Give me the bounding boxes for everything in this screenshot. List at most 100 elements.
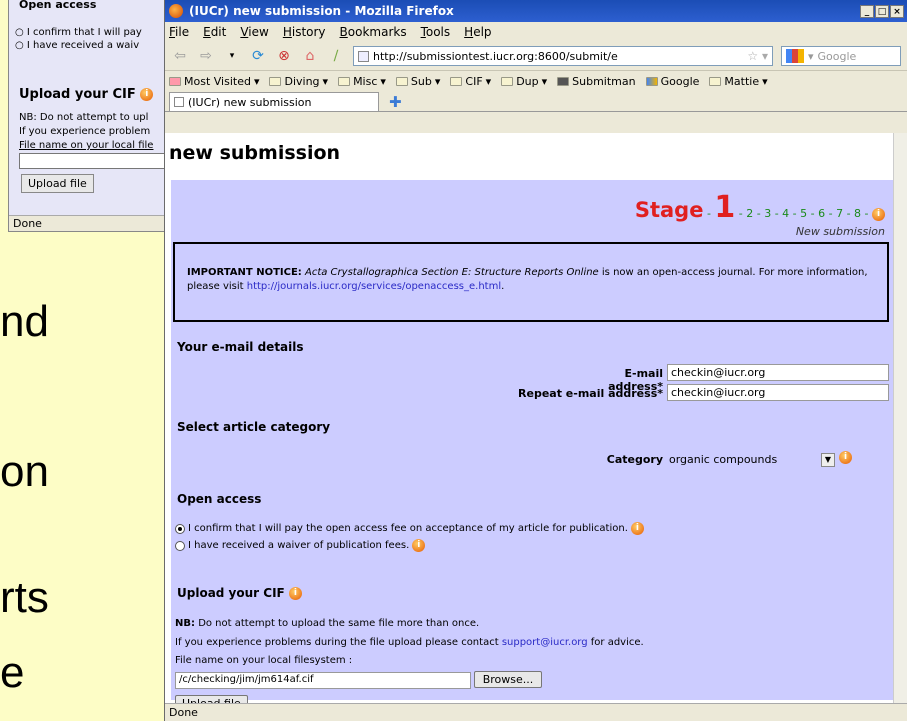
bookmark-submitman[interactable]: Submitman (557, 75, 636, 88)
notice-bold: IMPORTANT NOTICE: (187, 267, 302, 278)
tab-new-submission[interactable]: (IUCr) new submission (169, 92, 379, 111)
repeat-email-field[interactable]: checkin@iucr.org (667, 384, 889, 401)
nb-text: Do not attempt to upload the same file m… (198, 618, 480, 629)
info-icon[interactable]: i (630, 522, 644, 535)
bookmark-most-visited[interactable]: Most Visited ▾ (169, 75, 259, 88)
stage-dash: - (706, 207, 711, 220)
menu-edit[interactable]: Edit (203, 25, 226, 39)
radio-unselected-icon[interactable] (175, 540, 185, 551)
url-text: http://submissiontest.iucr.org:8600/subm… (373, 49, 618, 63)
info-icon[interactable]: i (140, 88, 154, 101)
history-dropdown-icon[interactable]: ▾ (223, 47, 241, 65)
radio-selected-icon[interactable] (175, 523, 185, 534)
info-icon[interactable]: i (872, 207, 885, 221)
bg-radio-1-label: I confirm that I will pay (26, 27, 142, 38)
folder-icon (450, 77, 463, 86)
bookmark-label: Misc (353, 75, 378, 88)
back-icon[interactable]: ⇦ (171, 47, 189, 65)
browse-button[interactable]: Browse... (474, 671, 542, 688)
slide-text-3: rts (0, 573, 49, 622)
bg-upload-label: Upload your CIF (19, 87, 136, 102)
bg-problems-text: If you experience problem (19, 126, 151, 137)
bookmark-label: Google (660, 75, 700, 88)
bookmark-label: Submitman (572, 75, 636, 88)
page-icon (358, 50, 369, 62)
menu-bar: File Edit View History Bookmarks Tools H… (165, 22, 907, 42)
menu-view[interactable]: View (240, 25, 268, 39)
info-icon[interactable]: i (288, 587, 302, 600)
background-browser-window[interactable]: Open access ○ I confirm that I will pay … (8, 0, 166, 232)
forward-icon[interactable]: ⇨ (197, 47, 215, 65)
bg-file-input[interactable] (19, 153, 165, 169)
bookmark-sub[interactable]: Sub ▾ (395, 75, 440, 88)
info-icon[interactable]: i (412, 539, 426, 552)
stage-indicator: Stage - 1 - 2 - 3 - 4 - 5 - 6 - 7 - 8 - … (635, 190, 885, 238)
tab-label: (IUCr) new submission (188, 95, 312, 109)
stop-icon[interactable]: ⊗ (275, 47, 293, 65)
bookmark-mattie[interactable]: Mattie ▾ (709, 75, 768, 88)
minimize-button[interactable]: _ (860, 4, 874, 18)
url-bar[interactable]: http://submissiontest.iucr.org:8600/subm… (353, 46, 773, 66)
radio-waiver[interactable]: I have received a waiver of publication … (175, 539, 426, 552)
chevron-down-icon[interactable]: ▼ (821, 452, 835, 467)
nb-line: NB: Do not attempt to upload the same fi… (175, 618, 479, 629)
stage-subtitle: New submission (795, 225, 885, 238)
new-tab-icon[interactable]: ✚ (389, 93, 402, 111)
menu-history[interactable]: History (283, 25, 326, 39)
bookmark-label: CIF (465, 75, 483, 88)
firefox-window[interactable]: (IUCr) new submission - Mozilla Firefox … (164, 0, 907, 721)
title-bar[interactable]: (IUCr) new submission - Mozilla Firefox … (165, 0, 907, 22)
pen-icon[interactable]: ∕ (327, 47, 345, 65)
bookmark-dup[interactable]: Dup ▾ (501, 75, 547, 88)
notice-link[interactable]: http://journals.iucr.org/services/openac… (247, 281, 501, 292)
upload-cif-heading: Upload your CIF i (177, 586, 302, 600)
status-bar: Done (165, 703, 907, 721)
category-select[interactable]: organic compounds ▼ (667, 451, 835, 468)
reload-icon[interactable]: ⟳ (249, 47, 267, 65)
google-bookmark-icon (645, 77, 658, 86)
upload-file-button[interactable]: Upload file (175, 695, 248, 703)
vertical-scrollbar[interactable] (893, 133, 907, 703)
most-visited-icon (169, 77, 181, 86)
menu-tools[interactable]: Tools (421, 25, 451, 39)
menu-help[interactable]: Help (464, 25, 491, 39)
page-icon (174, 97, 184, 107)
file-path-input[interactable]: /c/checking/jim/jm614af.cif (175, 672, 471, 689)
bookmark-star-icon[interactable]: ☆ ▾ (747, 49, 772, 63)
bg-filename-label: File name on your local file (19, 140, 154, 151)
category-label: Category (606, 453, 663, 466)
bg-radio-1[interactable]: ○ I confirm that I will pay (15, 27, 165, 38)
home-icon[interactable]: ⌂ (301, 47, 319, 65)
filename-label: File name on your local filesystem : (175, 655, 353, 666)
close-button[interactable]: × (890, 4, 904, 18)
bookmark-cif[interactable]: CIF ▾ (450, 75, 491, 88)
bookmark-label: Sub (410, 75, 432, 88)
info-icon[interactable]: i (839, 451, 852, 464)
folder-icon (501, 77, 514, 86)
folder-icon (269, 77, 282, 86)
menu-bookmarks[interactable]: Bookmarks (340, 25, 407, 39)
email-section-heading: Your e-mail details (177, 340, 304, 354)
radio-pay-fee[interactable]: I confirm that I will pay the open acces… (175, 522, 644, 535)
email-field[interactable]: checkin@iucr.org (667, 364, 889, 381)
bookmark-misc[interactable]: Misc ▾ (338, 75, 386, 88)
firefox-icon (169, 4, 183, 18)
bookmark-label: Diving (284, 75, 320, 88)
problems-text: If you experience problems during the fi… (175, 637, 499, 648)
bg-radio-2-label: I have received a waiv (26, 40, 140, 51)
bg-nb-text: NB: Do not attempt to upl (19, 112, 149, 123)
bg-upload-button[interactable]: Upload file (21, 174, 94, 193)
support-link[interactable]: support@iucr.org (502, 637, 588, 648)
google-icon[interactable] (786, 49, 804, 63)
bookmark-google[interactable]: Google (645, 75, 700, 88)
maximize-button[interactable]: □ (875, 4, 889, 18)
bookmarks-toolbar: Most Visited ▾ Diving ▾ Misc ▾ Sub ▾ CIF ▾ Du… (165, 70, 907, 92)
stage-steps[interactable]: - 2 - 3 - 4 - 5 - 6 - 7 - 8 - (739, 207, 869, 220)
slide-text-4: e (0, 648, 25, 697)
category-value: organic compounds (669, 453, 778, 466)
bg-radio-2[interactable]: ○ I have received a waiv (15, 40, 165, 51)
category-section-heading: Select article category (177, 420, 331, 434)
menu-file[interactable]: File (169, 25, 189, 39)
search-box[interactable]: ▾ Google (781, 46, 901, 66)
bookmark-diving[interactable]: Diving ▾ (269, 75, 328, 88)
